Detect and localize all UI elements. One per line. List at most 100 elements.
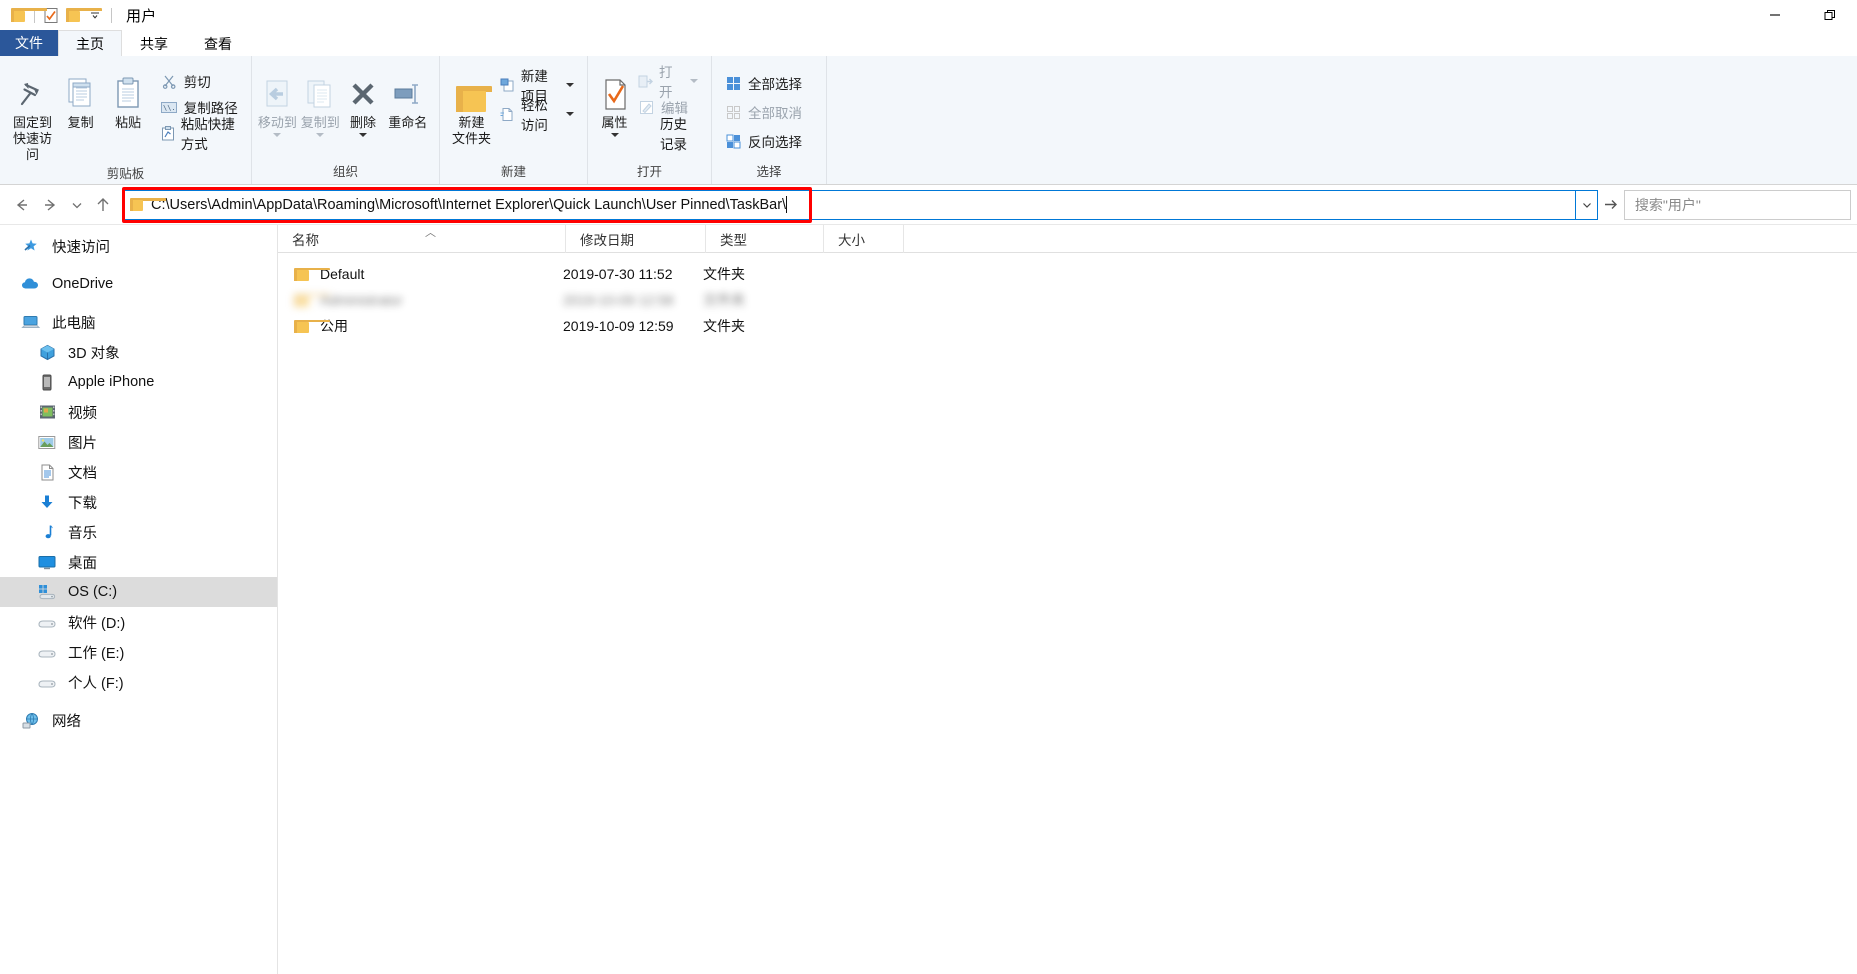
- sidebar-item-documents[interactable]: 文档: [0, 457, 277, 487]
- new-folder-icon[interactable]: [62, 4, 102, 26]
- file-type-cell: 文件夹: [703, 292, 745, 308]
- forward-button[interactable]: [36, 190, 66, 220]
- sidebar-item-os-c[interactable]: OS (C:): [0, 577, 277, 607]
- sidebar-item-drive-e[interactable]: 工作 (E:): [0, 637, 277, 667]
- invert-selection-icon: [725, 133, 742, 150]
- delete-caret-icon[interactable]: [359, 133, 368, 137]
- select-all-icon: [725, 75, 742, 92]
- sidebar-item-this-pc[interactable]: 此电脑: [0, 307, 277, 337]
- select-none-button[interactable]: 全部取消: [720, 100, 807, 124]
- sidebar-item-onedrive[interactable]: OneDrive: [0, 269, 277, 299]
- sidebar-label: Apple iPhone: [68, 374, 155, 390]
- search-input[interactable]: 搜索"用户": [1623, 189, 1852, 220]
- table-row[interactable]: 公用 2019-10-09 12:59 文件夹: [278, 314, 1857, 338]
- minimize-button[interactable]: [1747, 0, 1802, 30]
- sidebar-label: 网络: [52, 713, 81, 730]
- navigation-toolbar: C:\Users\Admin\AppData\Roaming\Microsoft…: [0, 185, 1857, 225]
- move-to-caret-icon[interactable]: [273, 133, 282, 137]
- go-button[interactable]: [1598, 190, 1622, 220]
- move-to-label: 移动到: [257, 115, 297, 130]
- file-date-cell: 2019-10-09 12:58: [563, 292, 674, 308]
- group-new-label: 新建: [500, 165, 526, 179]
- open-caret-icon[interactable]: [690, 79, 698, 83]
- easy-access-button[interactable]: 轻松访问: [495, 98, 579, 133]
- open-icon: [638, 73, 653, 90]
- videos-icon: [36, 402, 58, 422]
- documents-icon: [36, 462, 58, 482]
- up-button[interactable]: [88, 190, 118, 220]
- group-new: 新建 文件夹 新建项目 轻松访问 新建: [440, 56, 588, 184]
- copy-label: 复制: [67, 115, 94, 130]
- windows-drive-icon: [36, 582, 58, 602]
- folder-icon[interactable]: [7, 4, 47, 26]
- new-folder-button[interactable]: 新建 文件夹: [448, 62, 495, 147]
- pin-icon: [15, 70, 49, 112]
- group-open: 属性 打开 编辑 历史记录 打开: [588, 56, 712, 184]
- copy-to-caret-icon[interactable]: [316, 133, 325, 137]
- ribbon: 固定到 快速访问 复制 粘贴 剪切 \\. 复制路径 粘贴快捷方式 剪贴板 移动…: [0, 56, 1857, 185]
- easy-access-label: 轻松访问: [520, 98, 548, 133]
- sidebar-item-pictures[interactable]: 图片: [0, 427, 277, 457]
- paste-shortcut-icon: [161, 125, 175, 142]
- new-item-caret-icon[interactable]: [566, 83, 574, 87]
- column-type[interactable]: 类型: [706, 224, 824, 253]
- address-folder-icon: [130, 198, 166, 211]
- sidebar-item-downloads[interactable]: 下载: [0, 487, 277, 517]
- properties-button[interactable]: 属性: [596, 62, 633, 137]
- table-row[interactable]: Default 2019-07-30 11:52 文件夹: [278, 262, 1857, 286]
- sidebar-item-drive-d[interactable]: 软件 (D:): [0, 607, 277, 637]
- properties-label: 属性: [601, 115, 628, 130]
- history-button[interactable]: 历史记录: [633, 117, 703, 152]
- tab-share[interactable]: 共享: [122, 30, 186, 56]
- column-size[interactable]: 大小: [824, 224, 904, 253]
- sidebar-item-drive-f[interactable]: 个人 (F:): [0, 667, 277, 697]
- copy-button[interactable]: 复制: [57, 62, 104, 131]
- tab-view[interactable]: 查看: [186, 30, 250, 56]
- drive-icon: [36, 642, 58, 662]
- open-button[interactable]: 打开: [633, 65, 703, 100]
- restore-button[interactable]: [1802, 0, 1857, 30]
- sidebar-item-desktop[interactable]: 桌面: [0, 547, 277, 577]
- copy-to-label: 复制到: [300, 115, 340, 130]
- paste-button[interactable]: 粘贴: [104, 62, 151, 131]
- sidebar-label: OneDrive: [52, 276, 114, 292]
- history-label: 历史记录: [660, 117, 687, 152]
- file-name-cell: 公用: [278, 316, 563, 336]
- cut-button[interactable]: 剪切: [156, 69, 243, 93]
- tab-file[interactable]: 文件: [0, 30, 58, 56]
- recent-locations-button[interactable]: [66, 190, 88, 220]
- column-name[interactable]: 名称: [278, 224, 566, 253]
- tab-home[interactable]: 主页: [58, 30, 122, 56]
- column-date-modified[interactable]: 修改日期: [566, 224, 706, 253]
- text-cursor: [786, 196, 788, 213]
- sidebar-item-quick-access[interactable]: 快速访问: [0, 231, 277, 261]
- pin-label-line1: 固定到: [12, 115, 52, 130]
- ribbon-tabs: 文件 主页 共享 查看: [0, 30, 1857, 56]
- copy-to-button[interactable]: 复制到: [299, 62, 342, 137]
- address-dropdown-button[interactable]: [1576, 189, 1599, 220]
- back-button[interactable]: [6, 190, 36, 220]
- easy-access-caret-icon[interactable]: [566, 112, 574, 116]
- address-input[interactable]: C:\Users\Admin\AppData\Roaming\Microsoft…: [122, 189, 1577, 220]
- file-name-text: Administrator: [320, 292, 403, 308]
- move-to-button[interactable]: 移动到: [256, 62, 299, 137]
- sidebar-label: 软件 (D:): [68, 615, 126, 632]
- sidebar-item-3d-objects[interactable]: 3D 对象: [0, 337, 277, 367]
- invert-selection-button[interactable]: 反向选择: [720, 129, 807, 153]
- group-organize-label: 组织: [332, 165, 358, 179]
- delete-button[interactable]: 删除: [342, 62, 385, 137]
- group-select: 全部选择 全部取消 反向选择 选择: [712, 56, 827, 184]
- pin-to-quick-access-button[interactable]: 固定到 快速访问: [8, 62, 57, 163]
- select-all-button[interactable]: 全部选择: [720, 71, 807, 95]
- table-row[interactable]: Administrator 2019-10-09 12:58 文件夹: [278, 288, 1857, 312]
- sidebar-item-network[interactable]: 网络: [0, 705, 277, 735]
- sidebar-item-videos[interactable]: 视频: [0, 397, 277, 427]
- sidebar-item-apple-iphone[interactable]: Apple iPhone: [0, 367, 277, 397]
- group-select-label: 选择: [756, 165, 782, 179]
- paste-shortcut-button[interactable]: 粘贴快捷方式: [156, 117, 243, 152]
- sidebar-label: 3D 对象: [68, 345, 120, 362]
- drive-icon: [36, 612, 58, 632]
- properties-caret-icon[interactable]: [610, 133, 619, 137]
- rename-button[interactable]: 重命名: [384, 62, 431, 131]
- sidebar-item-music[interactable]: 音乐: [0, 517, 277, 547]
